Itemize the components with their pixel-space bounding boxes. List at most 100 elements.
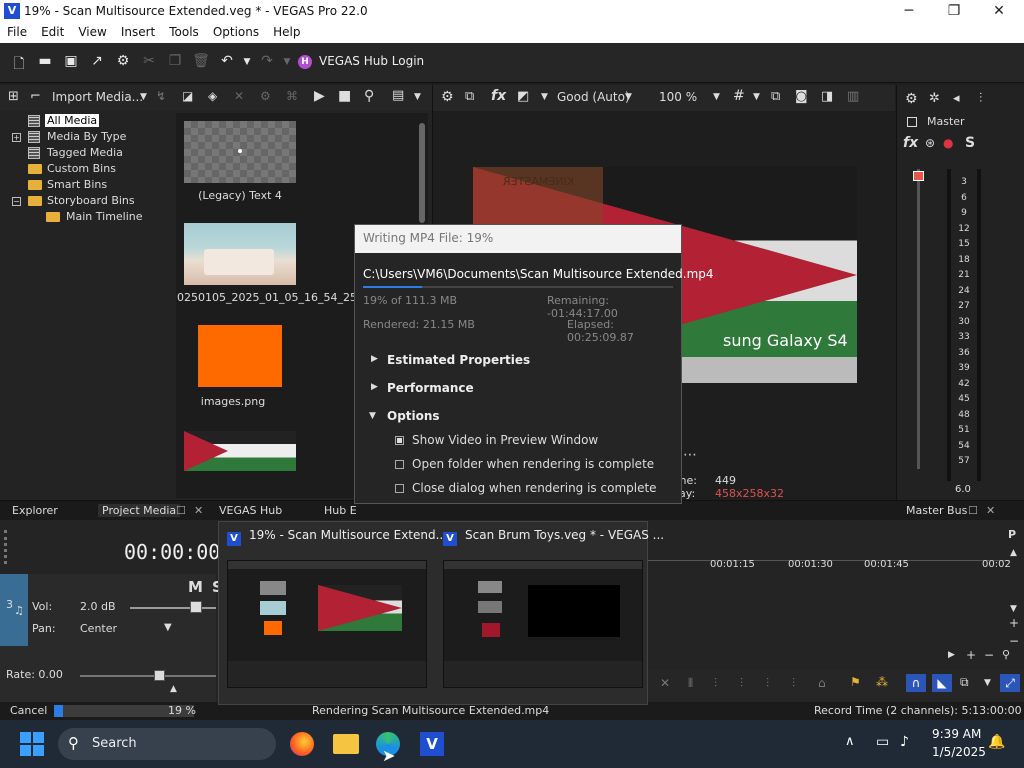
media-generator-icon[interactable]: ◈: [208, 89, 217, 103]
menu-options[interactable]: Options: [206, 23, 266, 43]
copy-snapshot-icon[interactable]: ⧉: [771, 89, 780, 104]
redo-dropdown-icon[interactable]: ▼: [278, 57, 296, 67]
split-icon[interactable]: ⫴: [688, 676, 693, 691]
zoom-in-horizontal-icon[interactable]: +: [966, 648, 976, 662]
media-thumb-legacy-text[interactable]: [184, 121, 296, 183]
redo-icon[interactable]: ↷: [258, 53, 276, 69]
taskbar-time[interactable]: 9:39 AM: [932, 727, 981, 741]
network-icon[interactable]: ▭: [876, 734, 889, 750]
marker-icon[interactable]: ⚑: [850, 675, 861, 689]
audio-track-header[interactable]: 3 ♫ M S Vol: 2.0 dB Pan: Center ▼ Rate: …: [0, 574, 223, 702]
remove-media-icon[interactable]: ✕: [234, 89, 244, 103]
undo-dropdown-icon[interactable]: ▼: [238, 57, 256, 67]
solo-button[interactable]: S: [965, 135, 975, 151]
tab-master-bus-close-icon[interactable]: ✕: [986, 504, 995, 517]
vegas-taskbar-icon[interactable]: V: [420, 732, 444, 756]
scroll-right-icon[interactable]: ▶: [948, 650, 955, 660]
record-arm-icon[interactable]: ●: [943, 136, 953, 150]
lock-icon[interactable]: ⌂: [818, 676, 826, 690]
preview-settings-icon[interactable]: ⚙: [441, 89, 454, 105]
media-thumb-image[interactable]: [198, 325, 282, 387]
import-media-icon[interactable]: ⌐: [30, 89, 41, 104]
preview-extra-icon[interactable]: ◨: [821, 89, 833, 104]
firefox-icon[interactable]: [290, 732, 314, 756]
tree-item-tagged-media[interactable]: Tagged Media: [0, 145, 170, 161]
master-checkbox[interactable]: [907, 117, 917, 127]
menu-tools[interactable]: Tools: [162, 23, 206, 43]
tree-item-storyboard-bins[interactable]: − Storyboard Bins: [0, 193, 170, 209]
scrollbar-thumb[interactable]: [419, 123, 425, 223]
tab-master-bus-dock-icon[interactable]: ☐: [968, 504, 978, 517]
menu-file[interactable]: File: [0, 23, 34, 43]
timeline-grip[interactable]: [4, 530, 7, 564]
tab-project-media-dock-icon[interactable]: ☐: [176, 504, 186, 517]
trim-icon[interactable]: ✕: [660, 676, 670, 690]
timeline-ruler[interactable]: 00:01:15 00:01:30 00:01:45 00:02: [648, 550, 1011, 572]
close-button[interactable]: ✕: [976, 0, 1022, 23]
cancel-render-button[interactable]: Cancel: [10, 704, 47, 717]
cut-icon[interactable]: ✂: [140, 53, 158, 69]
split-screen-icon[interactable]: ◩: [517, 89, 529, 104]
tree-item-media-by-type[interactable]: + Media By Type: [0, 129, 170, 145]
section-options[interactable]: Options: [387, 409, 440, 423]
video-fx-icon[interactable]: fx: [491, 88, 506, 104]
vegas-hub-icon[interactable]: H: [298, 55, 312, 69]
export-icon[interactable]: ↗: [88, 53, 106, 69]
delete-icon[interactable]: 🗑: [192, 53, 210, 69]
auto-preview-icon[interactable]: ⚲: [364, 88, 374, 104]
region-icon[interactable]: ⁂: [876, 675, 888, 689]
vegas-hub-login-button[interactable]: VEGAS Hub Login: [319, 54, 424, 68]
media-thumb-flag[interactable]: [184, 431, 296, 471]
tray-chevron-icon[interactable]: ∧: [845, 734, 855, 749]
checkbox-checked[interactable]: [395, 436, 404, 445]
taskbar-search-box[interactable]: ⚲ Search: [58, 728, 276, 760]
external-monitor-icon[interactable]: ⧉: [465, 89, 474, 104]
properties-icon[interactable]: ⚙: [260, 89, 271, 103]
capture-icon[interactable]: ↯: [156, 89, 166, 103]
trim-start-icon[interactable]: ⫶: [714, 676, 717, 691]
tab-vegas-hub[interactable]: VEGAS Hub: [219, 504, 282, 517]
rate-slider-track[interactable]: [80, 675, 216, 677]
maximize-button[interactable]: ❐: [931, 0, 977, 23]
section-performance[interactable]: Performance: [387, 381, 474, 395]
option-close-dialog[interactable]: Close dialog when rendering is complete: [395, 481, 657, 495]
undo-icon[interactable]: ↶: [218, 53, 236, 69]
switcher-item-current[interactable]: V 19% - Scan Multisource Extend...: [227, 528, 447, 546]
open-folder-icon[interactable]: ▬: [36, 53, 54, 69]
stop-icon[interactable]: ■: [338, 88, 351, 104]
expand-arrow-icon[interactable]: ▶: [371, 354, 378, 364]
ripple-dropdown-icon[interactable]: ▼: [984, 678, 991, 688]
selection-tool-icon[interactable]: ⤢: [1000, 674, 1020, 692]
vol-slider-thumb[interactable]: [190, 601, 202, 613]
expand-icon[interactable]: +: [12, 133, 21, 142]
zoom-dropdown-icon[interactable]: ▼: [713, 92, 720, 102]
vol-slider-track[interactable]: [130, 607, 216, 609]
preview-quality-select[interactable]: Good (Auto): [557, 90, 630, 104]
save-icon[interactable]: ▣: [62, 53, 80, 69]
checkbox-unchecked[interactable]: [395, 484, 404, 493]
overlays-grid-icon[interactable]: #: [733, 88, 745, 104]
preview-more-icon[interactable]: ⋯: [683, 447, 697, 463]
tab-hub-e[interactable]: Hub E: [324, 504, 357, 517]
new-file-icon[interactable]: 🗋: [10, 53, 28, 77]
slip-icon[interactable]: ⫶: [766, 676, 769, 691]
mute-button[interactable]: M: [188, 578, 203, 596]
import-media-button[interactable]: Import Media...: [52, 90, 143, 104]
grid-view-icon[interactable]: ⊞: [8, 89, 19, 104]
master-fx-button[interactable]: fx: [903, 135, 918, 151]
expand-arrow-icon[interactable]: ▶: [371, 382, 378, 392]
tree-item-custom-bins[interactable]: Custom Bins: [0, 161, 170, 177]
tab-master-bus[interactable]: Master Bus: [906, 504, 967, 517]
option-show-video[interactable]: Show Video in Preview Window: [395, 433, 598, 447]
tab-explorer[interactable]: Explorer: [12, 504, 58, 517]
media-thumb-video[interactable]: [184, 223, 296, 285]
overlays-dropdown-icon[interactable]: ▼: [753, 92, 760, 102]
quality-dropdown-icon[interactable]: ▼: [625, 92, 632, 102]
menu-edit[interactable]: Edit: [34, 23, 71, 43]
play-icon[interactable]: ▶: [314, 88, 325, 104]
file-explorer-icon[interactable]: [333, 734, 359, 754]
zoom-out-horizontal-icon[interactable]: −: [984, 648, 994, 662]
tag-icon[interactable]: ⌘: [286, 89, 298, 103]
copy-icon[interactable]: ❐: [166, 53, 184, 69]
media-fx-icon[interactable]: ◪: [182, 89, 193, 103]
